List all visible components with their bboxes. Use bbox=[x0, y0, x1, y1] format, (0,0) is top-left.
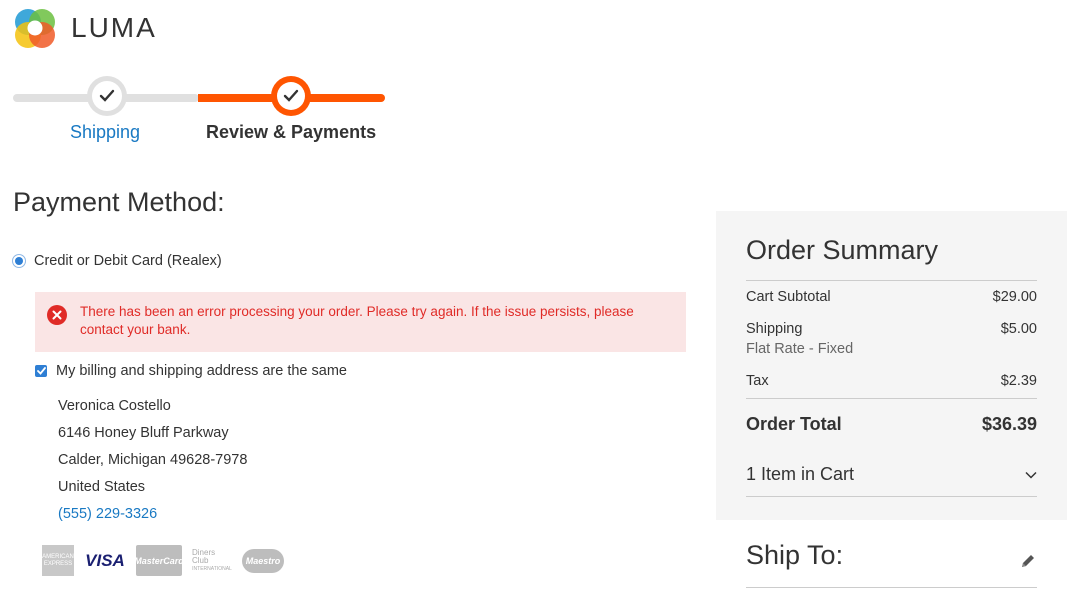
summary-divider bbox=[746, 280, 1037, 281]
checkmark-icon bbox=[36, 367, 46, 375]
payment-option-label: Credit or Debit Card (Realex) bbox=[34, 253, 222, 269]
checkmark-icon bbox=[283, 89, 299, 102]
summary-divider bbox=[746, 496, 1037, 497]
tax-row: Tax $2.39 bbox=[746, 373, 1037, 389]
tax-value: $2.39 bbox=[1000, 373, 1037, 389]
pencil-edit-icon[interactable] bbox=[1019, 552, 1037, 570]
checkmark-icon bbox=[99, 89, 115, 102]
order-summary-title: Order Summary bbox=[746, 235, 939, 265]
tax-label: Tax bbox=[746, 373, 769, 389]
shipping-label: Shipping bbox=[746, 321, 803, 337]
shipping-value: $5.00 bbox=[1000, 321, 1037, 337]
step-shipping-indicator[interactable] bbox=[87, 76, 127, 116]
payment-method-title: Payment Method: bbox=[13, 187, 225, 217]
diners-club-icon: Diners Club INTERNATIONAL bbox=[192, 545, 232, 576]
luma-logo-icon bbox=[15, 9, 55, 48]
ship-to-divider bbox=[746, 587, 1037, 588]
address-city: Calder, Michigan 49628-7978 bbox=[58, 452, 248, 468]
chevron-down-icon bbox=[1025, 471, 1037, 479]
maestro-icon: Maestro bbox=[242, 548, 284, 573]
payment-radio[interactable] bbox=[12, 254, 26, 268]
order-total-row: Order Total $36.39 bbox=[746, 414, 1037, 435]
same-address-checkbox[interactable] bbox=[35, 365, 47, 377]
address-name: Veronica Costello bbox=[58, 398, 171, 414]
order-summary: Order Summary Cart Subtotal $29.00 Shipp… bbox=[716, 211, 1067, 520]
accepted-cards: AMERICAN EXPRESS VISA MasterCard Diners … bbox=[42, 545, 294, 576]
address-street: 6146 Honey Bluff Parkway bbox=[58, 425, 229, 441]
ship-to-title: Ship To: bbox=[746, 540, 844, 570]
order-total-label: Order Total bbox=[746, 414, 842, 434]
luma-logo[interactable]: LUMA bbox=[13, 6, 157, 50]
same-address-option[interactable]: My billing and shipping address are the … bbox=[35, 363, 347, 379]
step-review-indicator bbox=[271, 76, 311, 116]
cart-subtotal-label: Cart Subtotal bbox=[746, 289, 831, 305]
items-in-cart-toggle[interactable]: 1 Item in Cart bbox=[746, 464, 1037, 485]
same-address-label: My billing and shipping address are the … bbox=[56, 363, 347, 379]
cart-subtotal-value: $29.00 bbox=[992, 289, 1037, 305]
error-message: There has been an error processing your … bbox=[35, 292, 686, 352]
order-total-value: $36.39 bbox=[981, 414, 1037, 434]
payment-option-realex[interactable]: Credit or Debit Card (Realex) bbox=[12, 253, 222, 269]
error-icon bbox=[47, 305, 67, 325]
checkout-progress-bar: Shipping Review & Payments bbox=[13, 70, 388, 150]
diners-line1: Diners Club bbox=[192, 547, 216, 565]
summary-divider bbox=[746, 398, 1037, 399]
step-shipping-link[interactable]: Shipping bbox=[70, 122, 140, 143]
ship-to-section: Ship To: bbox=[746, 540, 1037, 588]
mastercard-icon: MasterCard bbox=[134, 545, 184, 576]
visa-icon: VISA bbox=[85, 550, 125, 570]
brand-name: LUMA bbox=[71, 12, 157, 43]
amex-icon: AMERICAN EXPRESS bbox=[42, 545, 74, 576]
error-text: There has been an error processing your … bbox=[80, 304, 634, 337]
cart-subtotal-row: Cart Subtotal $29.00 bbox=[746, 289, 1037, 305]
step-review-label: Review & Payments bbox=[206, 122, 377, 142]
items-in-cart-label: 1 Item in Cart bbox=[746, 464, 855, 484]
shipping-method: Flat Rate - Fixed bbox=[746, 341, 854, 357]
address-phone-link[interactable]: (555) 229-3326 bbox=[58, 506, 157, 522]
shipping-row: Shipping $5.00 bbox=[746, 321, 1037, 337]
address-country: United States bbox=[58, 479, 146, 495]
diners-line2: INTERNATIONAL bbox=[192, 565, 232, 572]
billing-address: Veronica Costello 6146 Honey Bluff Parkw… bbox=[58, 396, 247, 531]
